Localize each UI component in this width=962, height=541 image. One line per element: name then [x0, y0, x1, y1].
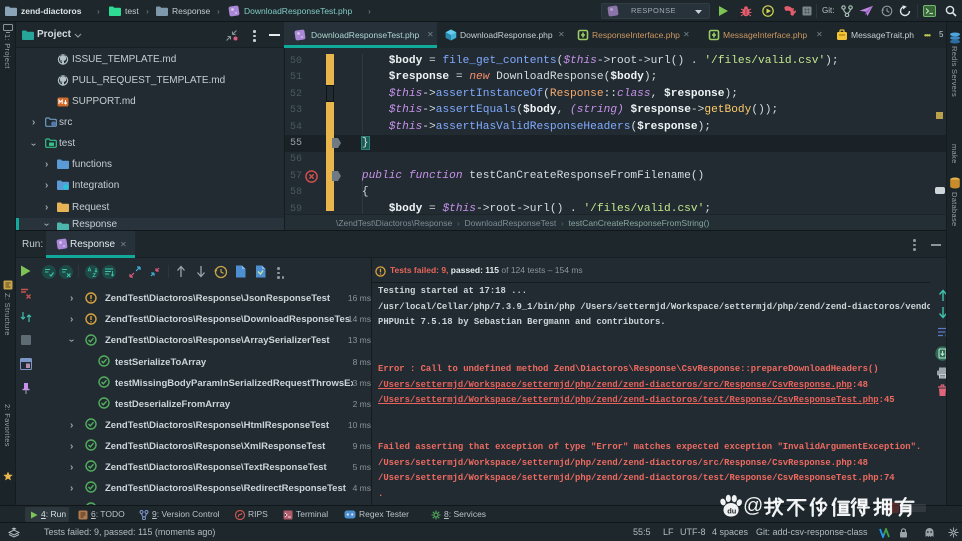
svg-text:A: A — [88, 268, 92, 274]
svg-text:du: du — [727, 507, 737, 516]
